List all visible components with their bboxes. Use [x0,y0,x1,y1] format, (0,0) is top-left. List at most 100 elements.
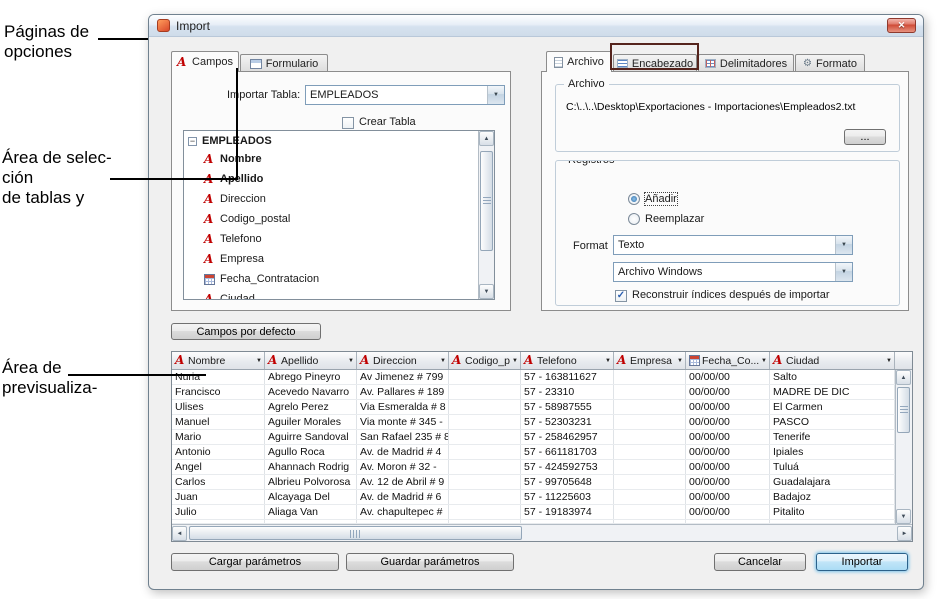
column-header-fecha-co-[interactable]: Fecha_Co...▼ [686,352,770,369]
append-radio-label: Añadir [645,193,677,205]
column-dropdown-arrow-icon[interactable]: ▼ [348,358,354,364]
table-cell [614,520,686,523]
format-select[interactable]: Texto ▼ [613,235,853,255]
scroll-up-icon[interactable]: ▲ [479,131,494,146]
encoding-select[interactable]: Archivo Windows ▼ [613,262,853,282]
tree-scrollbar[interactable]: ▲ ▼ [478,131,494,299]
column-header-codigo-p-[interactable]: ACodigo_p...▼ [449,352,521,369]
save-params-button[interactable]: Guardar parámetros [346,553,514,571]
table-cell [172,520,265,523]
tab-archivo[interactable]: Archivo [546,51,612,72]
tree-item-telefono[interactable]: ATelefono [184,229,494,249]
table-row[interactable]: AntonioAgullo RocaAv. de Madrid # 457 - … [172,445,895,460]
table-cell: 00/00/00 [686,475,770,489]
save-params-label: Guardar parámetros [380,556,479,568]
table-row[interactable]: JulioAliaga VanAv. chapultepec #57 - 191… [172,505,895,520]
collapse-minus-icon[interactable]: − [188,137,197,146]
create-table-checkbox[interactable]: Crear Tabla [342,116,416,129]
format-select-value: Texto [614,236,835,254]
table-cell: Av. Moron # 32 - [357,460,449,474]
browse-button[interactable]: ... [844,129,886,145]
table-select-dropdown-button[interactable]: ▼ [487,86,504,104]
table-select-value: EMPLEADOS [306,86,487,104]
column-header-nombre[interactable]: ANombre▼ [172,352,265,369]
scroll-up-icon[interactable]: ▲ [896,370,911,385]
tree-item-nombre[interactable]: ANombre [184,149,494,169]
tree-item-codigo_postal[interactable]: ACodigo_postal [184,209,494,229]
text-field-icon: A [204,254,215,265]
tree-scroll-thumb[interactable] [480,151,493,251]
format-select-dropdown-button[interactable]: ▼ [835,236,852,254]
tree-item-ciudad[interactable]: ACiudad [184,289,494,300]
table-row[interactable]: AngelAhannach RodrigAv. Moron # 32 -57 -… [172,460,895,475]
table-row[interactable]: JuanAlcayaga DelAv. de Madrid # 657 - 11… [172,490,895,505]
column-header-telefono[interactable]: ATelefono▼ [521,352,614,369]
table-cell: Ulises [172,400,265,414]
load-params-button[interactable]: Cargar parámetros [171,553,339,571]
replace-radio[interactable]: Reemplazar [628,213,704,225]
tab-formulario[interactable]: Formulario [240,54,328,72]
table-cell: MADRE DE DIC [770,385,895,399]
tab-delimitadores[interactable]: Delimitadores [698,54,794,72]
tab-campos[interactable]: A Campos [171,51,239,72]
table-cell: Aguiler Morales [265,415,357,429]
column-header-label: Apellido [281,355,346,367]
preview-hscroll-thumb[interactable] [189,526,522,540]
preview-vertical-scrollbar[interactable]: ▲ ▼ [895,370,912,524]
tree-item-direccion[interactable]: ADireccion [184,189,494,209]
scroll-left-icon[interactable]: ◄ [172,526,187,541]
checkmark-glyph: ✓ [617,291,625,301]
column-header-direccion[interactable]: ADireccion▼ [357,352,449,369]
column-dropdown-arrow-icon[interactable]: ▼ [677,358,683,364]
records-group-title: Registros [564,160,618,166]
column-dropdown-arrow-icon[interactable]: ▼ [886,358,892,364]
preview-vscroll-thumb[interactable] [897,387,910,433]
text-field-icon: A [773,355,784,366]
table-cell [614,370,686,384]
table-row[interactable]: ManuelAguiler MoralesVia monte # 345 -57… [172,415,895,430]
scroll-down-icon[interactable]: ▼ [479,284,494,299]
column-dropdown-arrow-icon[interactable]: ▼ [440,358,446,364]
table-cell [449,490,521,504]
column-dropdown-arrow-icon[interactable]: ▼ [256,358,262,364]
column-header-label: Direccion [373,355,438,367]
column-header-apellido[interactable]: AApellido▼ [265,352,357,369]
table-row[interactable]: NuriaAbrego PineyroAv Jimenez # 79957 - … [172,370,895,385]
table-row[interactable]: MarioAguirre SandovalSan Rafael 235 # 85… [172,430,895,445]
encoding-select-dropdown-button[interactable]: ▼ [835,263,852,281]
close-button[interactable]: ✕ [887,18,916,33]
column-dropdown-arrow-icon[interactable]: ▼ [605,358,611,364]
titlebar[interactable]: Import ✕ [149,15,923,37]
table-row[interactable]: CarlosAlbrieu PolvorosaAv. 12 de Abril #… [172,475,895,490]
table-row[interactable]: FranciscoAcevedo NavarroAv. Pallares # 1… [172,385,895,400]
append-radio[interactable]: Añadir [628,193,677,205]
field-tree-items: ANombreAApellidoADireccionACodigo_postal… [184,149,494,300]
preview-horizontal-scrollbar[interactable]: ◄ ► [172,524,912,541]
callout-selection-label: Área de selec- ción de tablas y [2,148,112,208]
table-row[interactable]: UlisesAgrelo PerezVia Esmeralda # 857 - … [172,400,895,415]
column-header-empresa[interactable]: AEmpresa▼ [614,352,686,369]
table-cell: Agrelo Perez [265,400,357,414]
callout-line-selection-vertical [236,68,238,180]
scroll-right-icon[interactable]: ► [897,526,912,541]
tree-root-item[interactable]: − EMPLEADOS [184,131,494,149]
tab-formato[interactable]: ⚙ Formato [795,54,865,72]
table-cell: Juan [172,490,265,504]
tree-item-fecha_contratacion[interactable]: Fecha_Contratacion [184,269,494,289]
table-cell: 00/00/00 [686,490,770,504]
column-header-label: Nombre [188,355,254,367]
table-cell: El Carmen [770,400,895,414]
column-dropdown-arrow-icon[interactable]: ▼ [512,358,518,364]
import-button[interactable]: Importar [816,553,908,571]
default-fields-button[interactable]: Campos por defecto [171,323,321,340]
tree-item-empresa[interactable]: AEmpresa [184,249,494,269]
column-header-ciudad[interactable]: ACiudad▼ [770,352,895,369]
table-cell: Ahannach Rodrig [265,460,357,474]
scroll-down-icon[interactable]: ▼ [896,509,911,524]
cancel-button[interactable]: Cancelar [714,553,806,571]
table-cell: 57 - 11225603 [521,490,614,504]
table-select[interactable]: EMPLEADOS ▼ [305,85,505,105]
column-dropdown-arrow-icon[interactable]: ▼ [761,358,767,364]
file-panel: Archivo C:\..\..\Desktop\Exportaciones -… [541,71,909,311]
rebuild-indexes-checkbox[interactable]: ✓ Reconstruir índices después de importa… [615,289,837,302]
